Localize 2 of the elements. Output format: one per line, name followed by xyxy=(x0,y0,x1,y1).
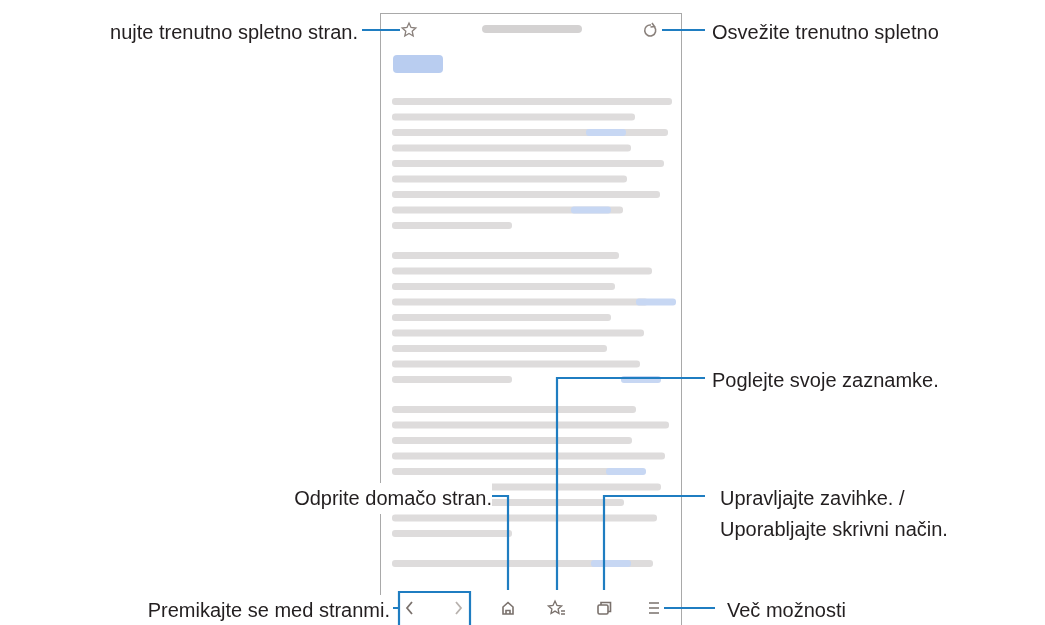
callout-label: Odprite domačo stran. xyxy=(294,483,492,514)
callout-label: Premikajte se med stranmi. xyxy=(147,595,390,625)
